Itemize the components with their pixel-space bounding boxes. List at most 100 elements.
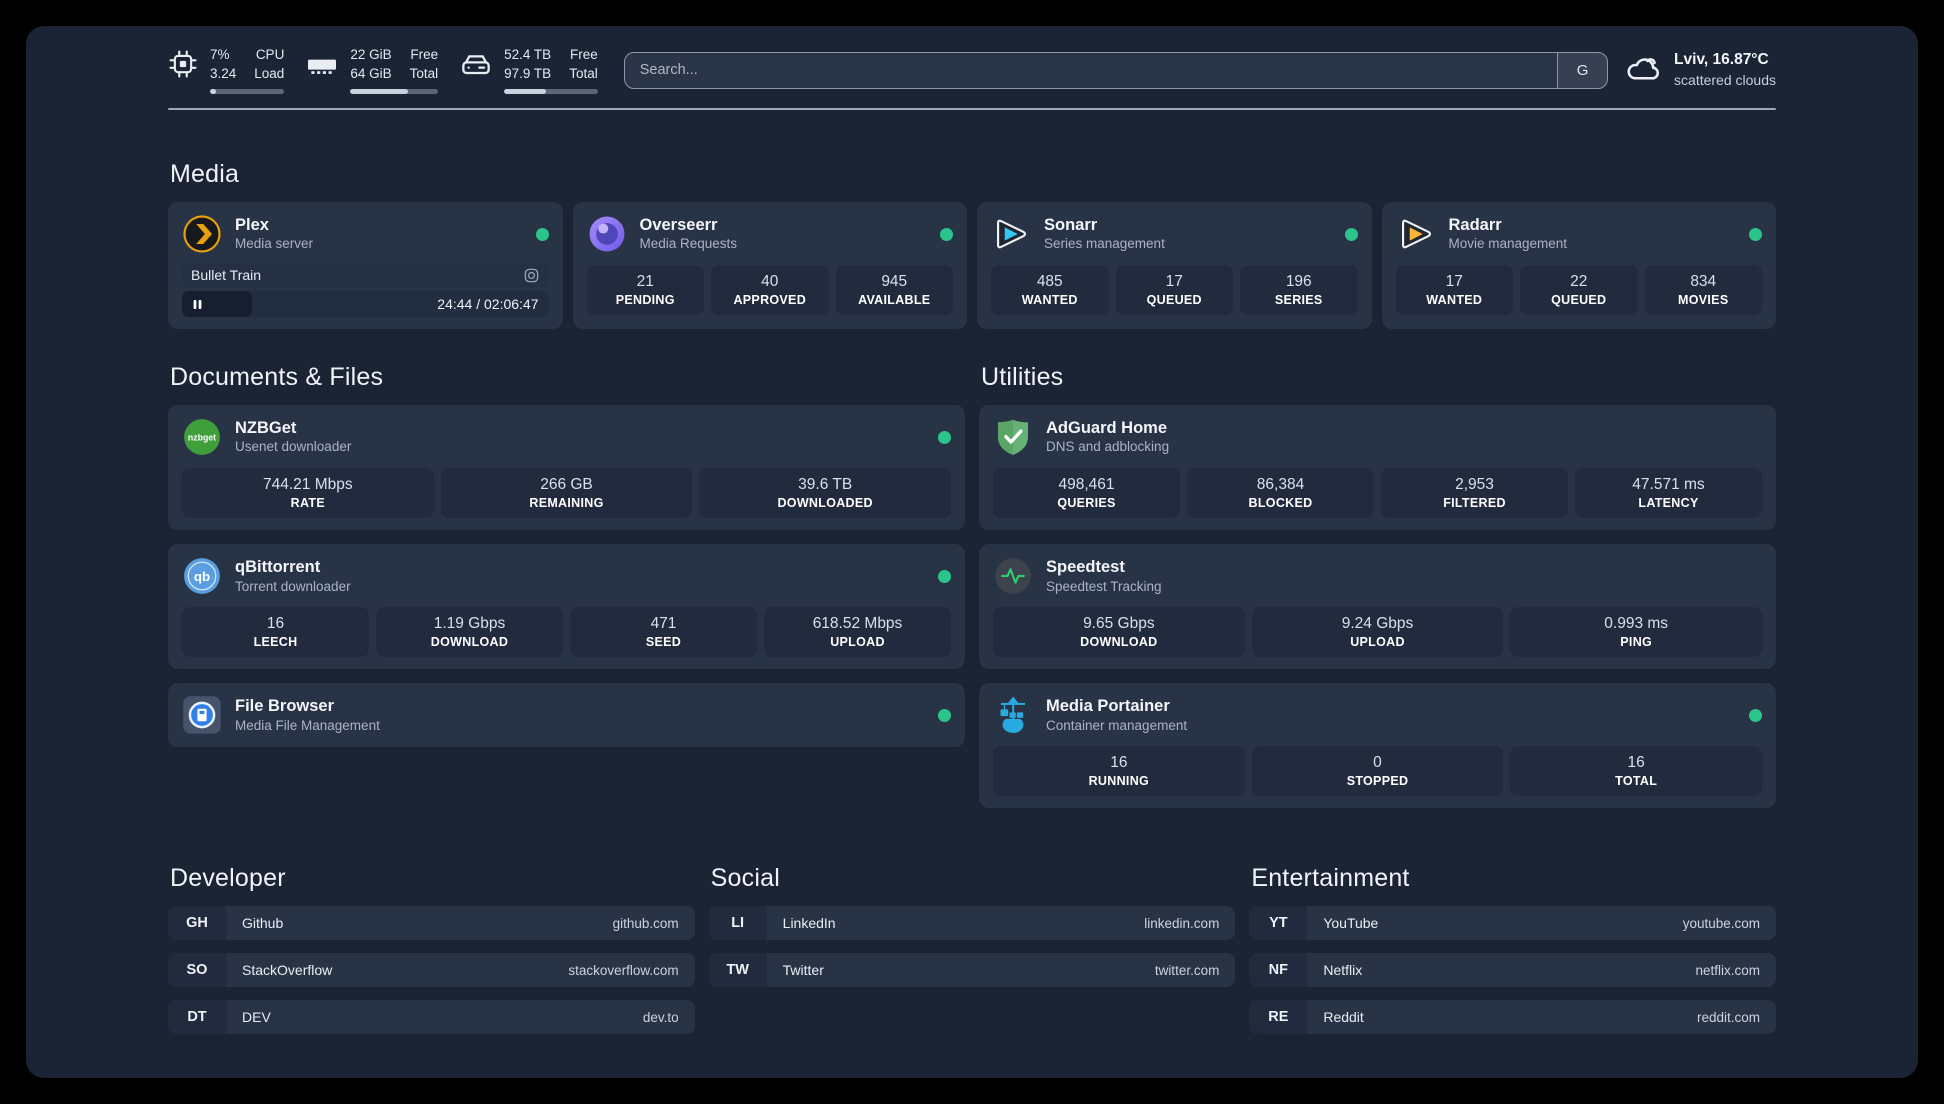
app-description: Torrent downloader <box>235 578 351 594</box>
stat-label: MOVIES <box>1678 293 1729 308</box>
bookmark-abbr: LI <box>708 906 767 941</box>
cpu-usage-label: CPU <box>255 47 285 63</box>
bookmark-abbr: DT <box>168 1000 226 1035</box>
app-name: File Browser <box>235 697 335 716</box>
bookmark-main: DEV dev.to <box>226 1000 695 1035</box>
bookmark-url: twitter.com <box>1154 962 1220 978</box>
bookmark-main: Reddit reddit.com <box>1307 1000 1776 1035</box>
speedtest-stats: 9.65 Gbps DOWNLOAD 9.24 Gbps UPLOAD 0.99… <box>993 607 1762 658</box>
stat-running: 16 RUNNING <box>993 746 1245 797</box>
now-playing-title: Bullet Train <box>191 267 262 283</box>
memory-values: 22 GiB 64 GiB <box>350 46 391 84</box>
app-card-portainer[interactable]: Media Portainer Container management 16 … <box>979 683 1776 809</box>
bookmark-name: DEV <box>242 1009 271 1026</box>
storage-total-value: 97.9 TB <box>504 66 552 81</box>
stat-value: 16 <box>266 615 285 633</box>
app-card-sonarr[interactable]: Sonarr Series management 485 WANTED 17 Q… <box>977 202 1372 329</box>
bookmark-stackoverflow[interactable]: SO StackOverflow stackoverflow.com <box>168 953 695 988</box>
radarr-icon <box>1396 214 1436 254</box>
stat-value: 834 <box>1690 273 1717 290</box>
adguard-stats: 498,461 QUERIES 86,384 BLOCKED 2,953 FIL… <box>993 468 1762 519</box>
overseerr-card-header: Overseerr Media Requests <box>587 214 953 254</box>
bookmark-reddit[interactable]: RE Reddit reddit.com <box>1249 1000 1776 1035</box>
bookmark-url: reddit.com <box>1696 1009 1760 1025</box>
app-card-adguard[interactable]: AdGuard Home DNS and adblocking 498,461 … <box>979 405 1776 531</box>
search-input[interactable] <box>624 52 1558 88</box>
storage-progress-track <box>504 88 598 94</box>
stat-value: 17 <box>1165 273 1183 290</box>
hard-drive-icon <box>460 49 492 86</box>
plex-icon <box>182 214 222 254</box>
app-card-radarr[interactable]: Radarr Movie management 17 WANTED 22 QUE… <box>1381 202 1776 329</box>
developer-list: GH Github github.com SO StackOverflow st… <box>168 906 695 1035</box>
stat-ping: 0.993 ms PING <box>1510 607 1762 658</box>
weather-text: Lviv, 16.87°C scattered clouds <box>1674 50 1776 90</box>
bookmark-twitter[interactable]: TW Twitter twitter.com <box>708 953 1236 988</box>
cpu-chip-icon <box>168 49 198 84</box>
nzbget-card-header: nzbget NZBGet Usenet downloader <box>182 417 951 457</box>
stat-value: 618.52 Mbps <box>812 615 903 633</box>
weather-location-temperature: Lviv, 16.87°C <box>1674 51 1769 69</box>
stat-label: QUEUED <box>1551 293 1607 308</box>
filebrowser-text: File Browser Media File Management <box>235 696 380 735</box>
stat-value: 86,384 <box>1256 476 1305 493</box>
nzbget-text: NZBGet Usenet downloader <box>235 418 351 457</box>
bookmark-github[interactable]: GH Github github.com <box>168 906 695 941</box>
status-online-dot <box>940 227 953 241</box>
stat-series: 196 SERIES <box>1240 265 1358 316</box>
portainer-icon <box>993 695 1033 735</box>
search-engine-button[interactable]: G <box>1557 52 1608 88</box>
media-grid: Plex Media server Bullet Train 24:44 / 0… <box>168 202 1776 329</box>
social-list: LI LinkedIn linkedin.com TW Twitter twit… <box>708 906 1236 988</box>
documents-cards: nzbget NZBGet Usenet downloader 744.21 M… <box>168 405 965 748</box>
app-card-plex[interactable]: Plex Media server Bullet Train 24:44 / 0… <box>168 202 563 329</box>
stat-download: 9.65 Gbps DOWNLOAD <box>993 607 1245 658</box>
search-box: G <box>623 51 1609 89</box>
app-card-nzbget[interactable]: nzbget NZBGet Usenet downloader 744.21 M… <box>168 405 965 531</box>
bookmark-youtube[interactable]: YT YouTube youtube.com <box>1249 906 1776 941</box>
app-card-filebrowser[interactable]: File Browser Media File Management <box>168 683 965 748</box>
plex-text: Plex Media server <box>235 215 313 254</box>
app-description: Media Requests <box>639 236 738 252</box>
memory-total-label: Total <box>409 66 439 81</box>
playback-progress-bar[interactable]: 24:44 / 02:06:47 <box>182 291 549 317</box>
stat-value: 9.24 Gbps <box>1341 615 1414 633</box>
portainer-stats: 16 RUNNING 0 STOPPED 16 TOTAL <box>993 746 1762 797</box>
stat-value: 47.571 ms <box>1632 476 1705 493</box>
cpu-progress-fill <box>210 88 216 94</box>
app-card-speedtest[interactable]: Speedtest Speedtest Tracking 9.65 Gbps D… <box>979 544 1776 670</box>
app-card-qbittorrent[interactable]: qb qBittorrent Torrent downloader 16 LEE… <box>168 544 965 670</box>
status-online-dot <box>938 430 951 444</box>
dashboard-panel: 7% 3.24 CPU Load 22 GiB 64 GiB Free Tota… <box>26 26 1918 1078</box>
stat-value: 22 <box>1570 273 1588 290</box>
stat-label: SERIES <box>1274 293 1323 308</box>
overseerr-icon <box>587 214 627 254</box>
stat-value: 1.19 Gbps <box>433 615 506 633</box>
storage-free-label: Free <box>569 47 598 63</box>
stat-label: TOTAL <box>1615 774 1658 789</box>
cpu-load-value: 3.24 <box>210 66 237 81</box>
stat-label: DOWNLOADED <box>777 496 873 511</box>
status-online-dot <box>535 227 549 241</box>
stat-value: 945 <box>881 273 908 290</box>
storage-progress-fill <box>504 88 547 94</box>
nzbget-stats: 744.21 Mbps RATE 266 GB REMAINING 39.6 T… <box>182 468 951 519</box>
stat-value: 485 <box>1036 273 1063 290</box>
app-card-overseerr[interactable]: Overseerr Media Requests 21 PENDING 40 A… <box>572 202 967 329</box>
app-description: Usenet downloader <box>235 439 352 455</box>
pause-icon[interactable] <box>191 298 204 311</box>
cast-icon[interactable] <box>523 267 540 284</box>
app-name: Radarr <box>1448 215 1502 234</box>
memory-free-label: Free <box>410 47 439 63</box>
bookmark-dev[interactable]: DT DEV dev.to <box>168 1000 695 1035</box>
bookmark-main: Github github.com <box>226 906 695 941</box>
stat-wanted: 17 WANTED <box>1395 265 1513 316</box>
media-section: Media Plex Media server Bullet Train 24:… <box>168 160 1776 329</box>
bookmark-linkedin[interactable]: LI LinkedIn linkedin.com <box>708 906 1236 941</box>
stat-label: STOPPED <box>1346 774 1409 789</box>
bookmark-netflix[interactable]: NF Netflix netflix.com <box>1249 953 1776 988</box>
stat-blocked: 86,384 BLOCKED <box>1187 468 1374 519</box>
entertainment-list: YT YouTube youtube.com NF Netflix netfli… <box>1249 906 1776 1035</box>
stat-value: 16 <box>1627 754 1645 772</box>
stat-value: 40 <box>761 273 779 290</box>
